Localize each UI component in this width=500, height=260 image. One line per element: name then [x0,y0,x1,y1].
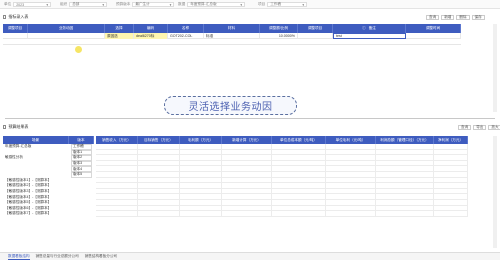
filter-data-select[interactable]: 年度预算-汇总版 ▾ [187,2,246,7]
tab-sales-volume[interactable]: 销售总量与行业总额分公司 [36,254,79,259]
result-grid-left: 场景 版本 年度预算-汇总版 工作稿 版本1 敏感性分析 版本2 版本3 版本4 版本5 【敏感… [3,136,94,217]
col-metric-5[interactable]: 单位总成本额（元/吨） [272,136,326,144]
tab-dashboard-structure[interactable]: 数据看板结构 [8,254,30,260]
collapse-icon[interactable] [3,125,7,129]
filter-project[interactable]: 项目 工作稿 ▾ [258,2,308,7]
input-grid: 调整项目 业务动因 选择 编码 名称 材料 调整额/比例 调整项目 ⓘ 备注 调整… [3,24,461,45]
chevron-down-icon: ▾ [302,2,305,7]
filter-budget-version-select[interactable]: 最广生计 ▾ [132,2,175,7]
result-grid-left-header: 场景 版本 [3,136,94,144]
col-select[interactable]: 选择 [105,24,134,33]
bottom-section-title: 预算结果表 [3,124,28,130]
col-metric-3[interactable]: 毛利额（万元） [180,136,222,144]
table-cell[interactable] [180,211,222,217]
table-cell[interactable] [376,211,434,217]
delete-button[interactable]: 删除 [456,15,470,20]
table-cell[interactable] [138,211,180,217]
chevron-down-icon: ▾ [46,2,49,7]
col-metric-4[interactable]: 新增计算（万元） [222,136,272,144]
filter-unit[interactable]: 单位 2023 ▾ [4,2,52,7]
top-toolbar: 查询 新增 删除 保存 [426,15,485,20]
col-adjust-ratio[interactable]: 调整额/比例 [260,24,298,33]
top-grid-scrollbar[interactable] [493,24,497,112]
info-icon: ⓘ [362,26,366,30]
table-cell[interactable] [96,211,138,217]
chevron-down-icon: ▾ [102,2,105,7]
col-adjust-time[interactable]: 调整时间 [406,24,461,33]
add-button[interactable]: 新增 [441,15,455,20]
table-cell[interactable] [434,211,468,217]
table-row[interactable] [96,211,468,217]
top-section-title: 指标录入表 [3,14,28,20]
filter-data[interactable]: 数据 年度预算-汇总版 ▾ [178,2,246,7]
col-material[interactable]: 材料 [204,24,260,33]
zoom-button[interactable]: 放大 [488,125,500,130]
scene-label: 【敏感性版本7】-【测算本】 [5,211,52,216]
col-business-driver[interactable]: 业务动因 [28,24,105,33]
table-row[interactable] [3,39,461,45]
table-cell[interactable] [222,211,272,217]
col-version[interactable]: 版本 [69,136,94,144]
bottom-toolbar: 查询 导出 放大 [458,125,500,130]
chevron-down-icon: ▾ [169,2,172,7]
feature-banner: 灵活选择业务动因 [164,96,297,115]
bottom-query-button[interactable]: 查询 [458,125,472,130]
col-code[interactable]: 编码 [134,24,168,33]
collapse-icon[interactable] [3,15,7,19]
result-grid-right-header: 销售收入（万元） 目标销售（万元） 毛利额（万元） 新增计算（万元） 单位总成本额（元/… [96,136,468,144]
divider [5,118,495,119]
filter-org[interactable]: 组织 总部 ▾ [60,2,108,7]
col-metric-1[interactable]: 销售收入（万元） [96,136,138,144]
input-grid-header: 调整项目 业务动因 选择 编码 名称 材料 调整额/比例 调整项目 ⓘ 备注 调整… [3,24,461,33]
bottom-grid-scrollbar[interactable] [493,136,497,248]
col-adjust-item[interactable]: 调整项目 [3,24,28,33]
col-remark[interactable]: ⓘ 备注 [333,24,406,33]
col-metric-6[interactable]: 单位毛利（元/吨） [326,136,376,144]
save-button[interactable]: 保存 [471,15,485,20]
filter-bar: 单位 2023 ▾ 组织 总部 ▾ 预算版本 最广生计 ▾ 数据 年度预算-汇总版 ▾ … [0,0,500,9]
mouse-cursor-highlight [75,46,82,53]
col-metric-7[interactable]: 利润总额（管理口径）（万元） [376,136,434,144]
export-button[interactable]: 导出 [473,125,487,130]
col-metric-8[interactable]: 净利润（万元） [434,136,468,144]
col-name[interactable]: 名称 [168,24,204,33]
result-grid-right: 销售收入（万元） 目标销售（万元） 毛利额（万元） 新增计算（万元） 单位总成本额（元/… [96,136,468,217]
col-adjust-item-2[interactable]: 调整项目 [298,24,333,33]
bottom-tab-bar: 数据看板结构 销售总量与行业总额分公司 销售结构看板分公司 [0,252,500,260]
table-cell[interactable] [272,211,326,217]
filter-org-select[interactable]: 总部 ▾ [69,2,108,7]
tab-sales-structure[interactable]: 销售结构看板分公司 [85,254,117,259]
chevron-down-icon: ▾ [240,2,243,7]
col-metric-2[interactable]: 目标销售（万元） [138,136,180,144]
filter-unit-select[interactable]: 2023 ▾ [13,2,52,7]
query-button[interactable]: 查询 [426,15,440,20]
col-scene[interactable]: 场景 [3,136,69,144]
filter-budget-version[interactable]: 预算版本 最广生计 ▾ [116,2,175,7]
list-item[interactable]: 【敏感性版本7】-【测算本】 [3,211,94,217]
table-cell[interactable] [326,211,376,217]
filter-project-select[interactable]: 工作稿 ▾ [267,2,308,7]
